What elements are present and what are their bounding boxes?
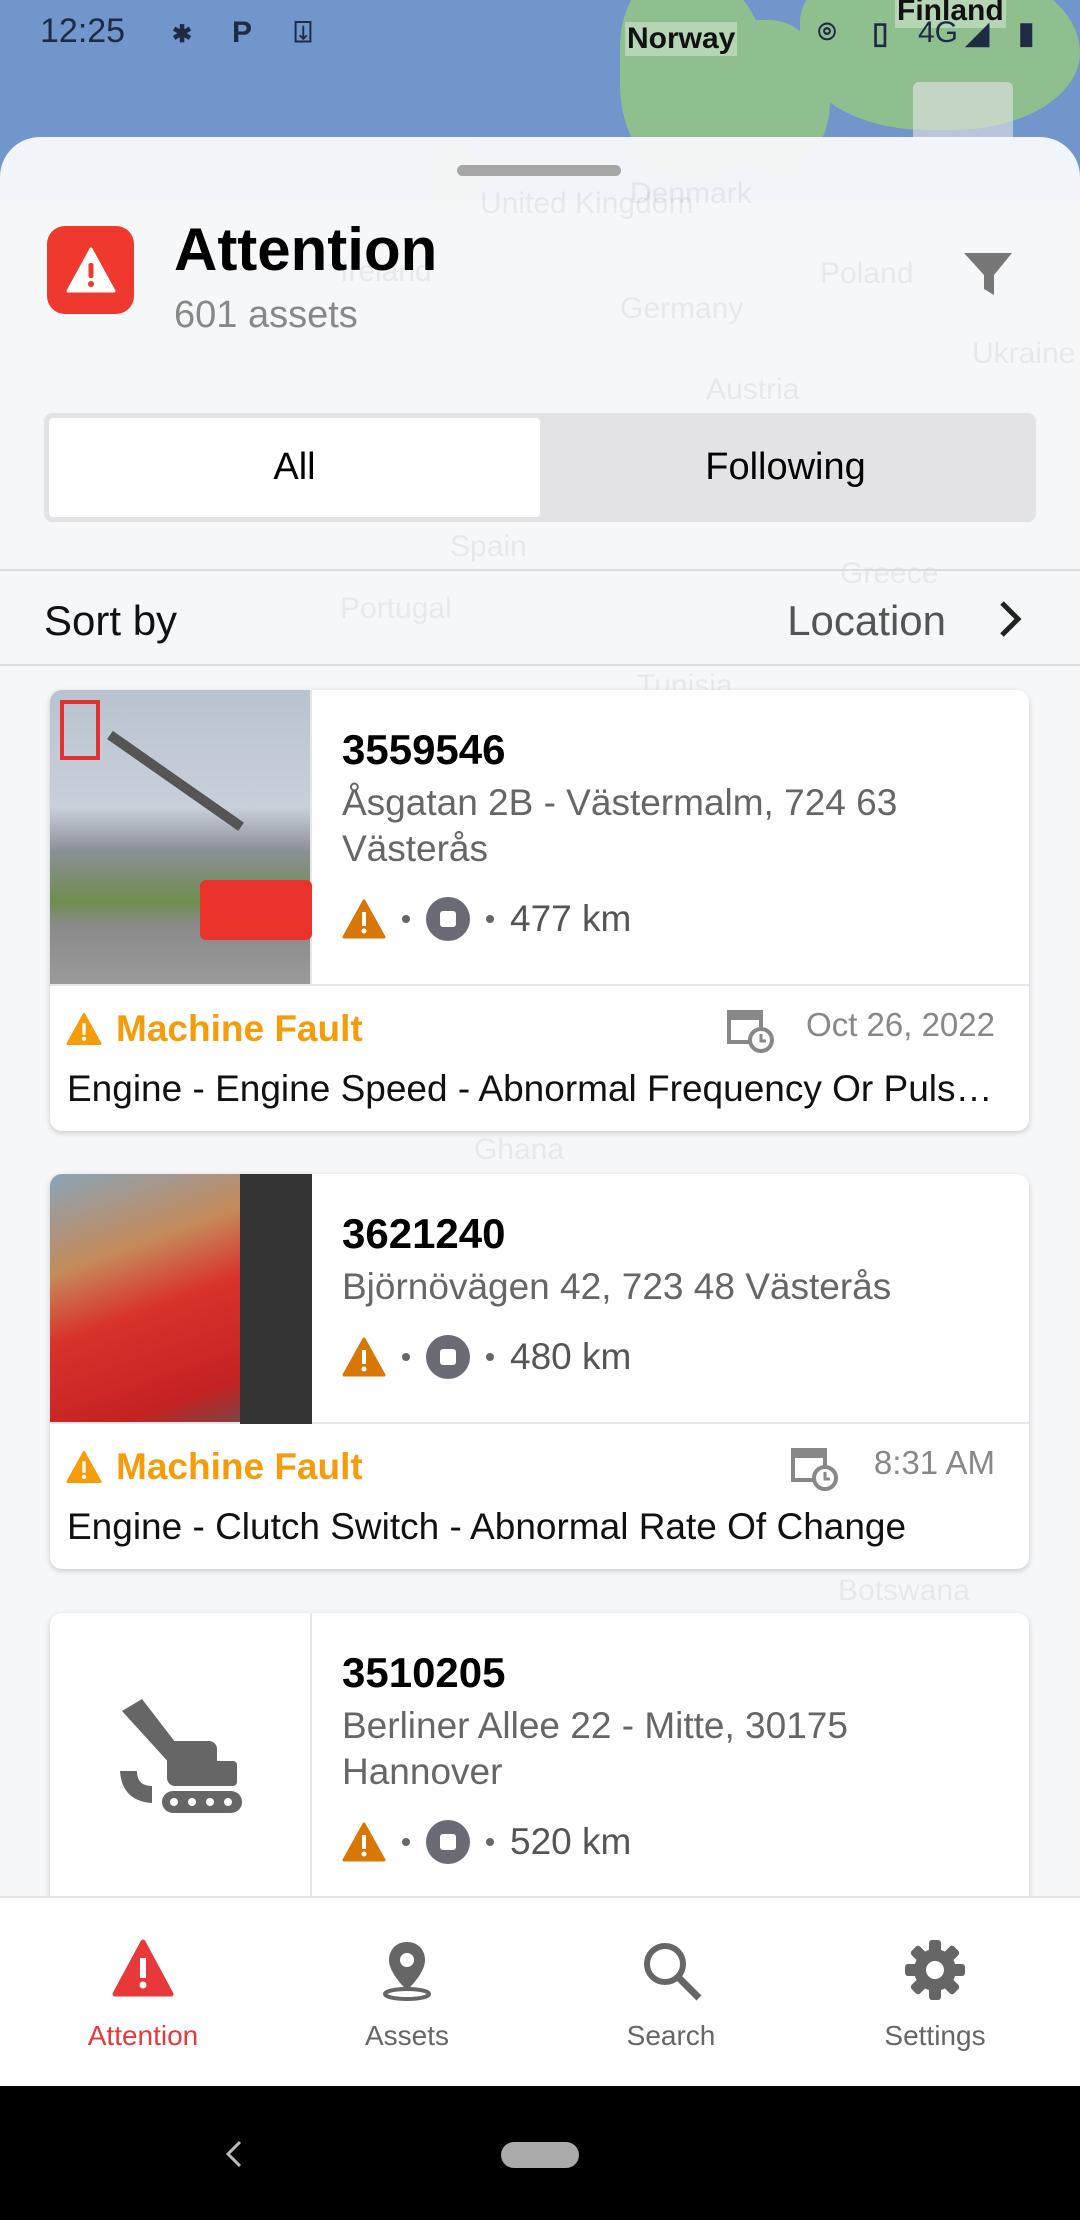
map-pin-icon — [383, 1942, 431, 2001]
nav-settings[interactable]: Settings — [800, 1898, 1070, 2088]
nav-label: Assets — [364, 2020, 450, 2051]
vibrate-icon: ▯ — [872, 17, 889, 50]
calendar-clock-icon — [727, 1010, 774, 1053]
chevron-right-icon — [1000, 601, 1022, 637]
warning-icon — [47, 226, 134, 314]
asset-id: 3510205 — [342, 1649, 506, 1696]
alert-description: Engine - Engine Speed - Abnormal Frequen… — [67, 1068, 1009, 1109]
bottom-sheet: United Kingdom Ireland Denmark Poland Ge… — [0, 137, 1080, 1897]
filter-icon[interactable] — [960, 245, 1016, 301]
asset-distance: 477 km — [510, 898, 632, 939]
location-icon: ⌾ — [818, 16, 836, 49]
stopped-icon — [426, 897, 470, 941]
asset-card[interactable]: 3621240 Björnövägen 42, 723 48 Västerås … — [50, 1174, 1029, 1569]
nav-label: Settings — [884, 2020, 986, 2051]
network-type: 4G — [918, 16, 959, 49]
tab-following[interactable]: Following — [540, 418, 1031, 517]
asset-photo — [50, 690, 312, 984]
asset-id: 3621240 — [342, 1210, 506, 1257]
asset-address: Björnövägen 42, 723 48 Västerås — [342, 1266, 892, 1307]
warning-icon — [342, 1822, 386, 1862]
my-location-button[interactable] — [913, 82, 1013, 142]
warning-icon — [66, 1451, 102, 1483]
map-ghost-label: Germany — [620, 292, 744, 325]
stopped-icon — [426, 1820, 470, 1864]
calendar-clock-icon — [791, 1448, 838, 1491]
bottom-navigation: Attention Assets Search Settings — [0, 1896, 1080, 2086]
map-ghost-label: Denmark — [630, 177, 752, 210]
asset-distance: 480 km — [510, 1336, 632, 1377]
tab-all[interactable]: All — [49, 418, 540, 517]
asset-address: Åsgatan 2B - Västermalm, 724 63 Västerås — [342, 782, 898, 869]
asset-card[interactable]: 3510205 Berliner Allee 22 - Mitte, 30175… — [50, 1613, 1029, 1897]
asset-count: 601 assets — [174, 294, 358, 336]
gear-icon — [905, 1940, 965, 2000]
sort-label: Sort by — [44, 597, 178, 644]
map-ghost-label: Ghana — [474, 1133, 565, 1166]
asset-photo — [50, 1174, 312, 1424]
excavator-icon — [120, 1699, 242, 1813]
alert-type: Machine Fault — [116, 1446, 363, 1487]
search-icon — [644, 1943, 702, 2001]
nav-label: Attention — [87, 2020, 199, 2051]
asset-distance: 520 km — [510, 1821, 632, 1862]
warning-icon — [66, 1013, 102, 1045]
warning-icon — [112, 1939, 174, 1997]
map-ghost-label: Ukraine — [972, 337, 1076, 370]
drag-handle[interactable] — [457, 165, 621, 176]
download-icon: ⍗ — [294, 16, 312, 49]
map-ghost-label: Poland — [820, 257, 914, 290]
nav-attention[interactable]: Attention — [8, 1898, 278, 2088]
back-icon[interactable] — [222, 2138, 246, 2170]
nav-label: Search — [626, 2020, 716, 2051]
map-ghost-label: Botswana — [838, 1574, 970, 1607]
parking-icon: P — [232, 16, 253, 49]
nav-assets[interactable]: Assets — [272, 1898, 542, 2088]
home-pill[interactable] — [501, 2142, 579, 2168]
asset-placeholder-image — [50, 1613, 312, 1897]
warning-icon — [342, 899, 386, 939]
sort-by-row[interactable]: Sort by Location — [0, 569, 1080, 666]
alert-description: Engine - Clutch Switch - Abnormal Rate O… — [67, 1506, 907, 1547]
alert-type: Machine Fault — [116, 1008, 363, 1049]
asset-card[interactable]: 3559546 Åsgatan 2B - Västermalm, 724 63 … — [50, 690, 1029, 1131]
bluetooth-icon: ✱ — [172, 21, 193, 48]
segmented-control: All Following — [44, 413, 1036, 522]
status-time: 12:25 — [40, 12, 126, 50]
sort-value: Location — [787, 597, 946, 644]
alert-date: 8:31 AM — [873, 1444, 995, 1481]
system-navigation-bar — [0, 2086, 1080, 2220]
asset-id: 3559546 — [342, 726, 506, 773]
page-title: Attention — [174, 216, 438, 283]
map-ghost-label: Spain — [450, 530, 527, 563]
status-bar: 12:25 ✱ P ⍗ ⌾ ▯ 4G ◢ ▮ — [0, 0, 1080, 70]
nav-search[interactable]: Search — [536, 1898, 806, 2088]
map-ghost-label: Austria — [706, 373, 800, 406]
battery-charging-icon: ▮ — [1018, 17, 1035, 50]
stopped-icon — [426, 1335, 470, 1379]
asset-address: Berliner Allee 22 - Mitte, 30175 Hannove… — [342, 1705, 848, 1792]
signal-icon: ◢ — [966, 17, 990, 50]
warning-icon — [342, 1337, 386, 1377]
alert-date: Oct 26, 2022 — [806, 1006, 995, 1043]
